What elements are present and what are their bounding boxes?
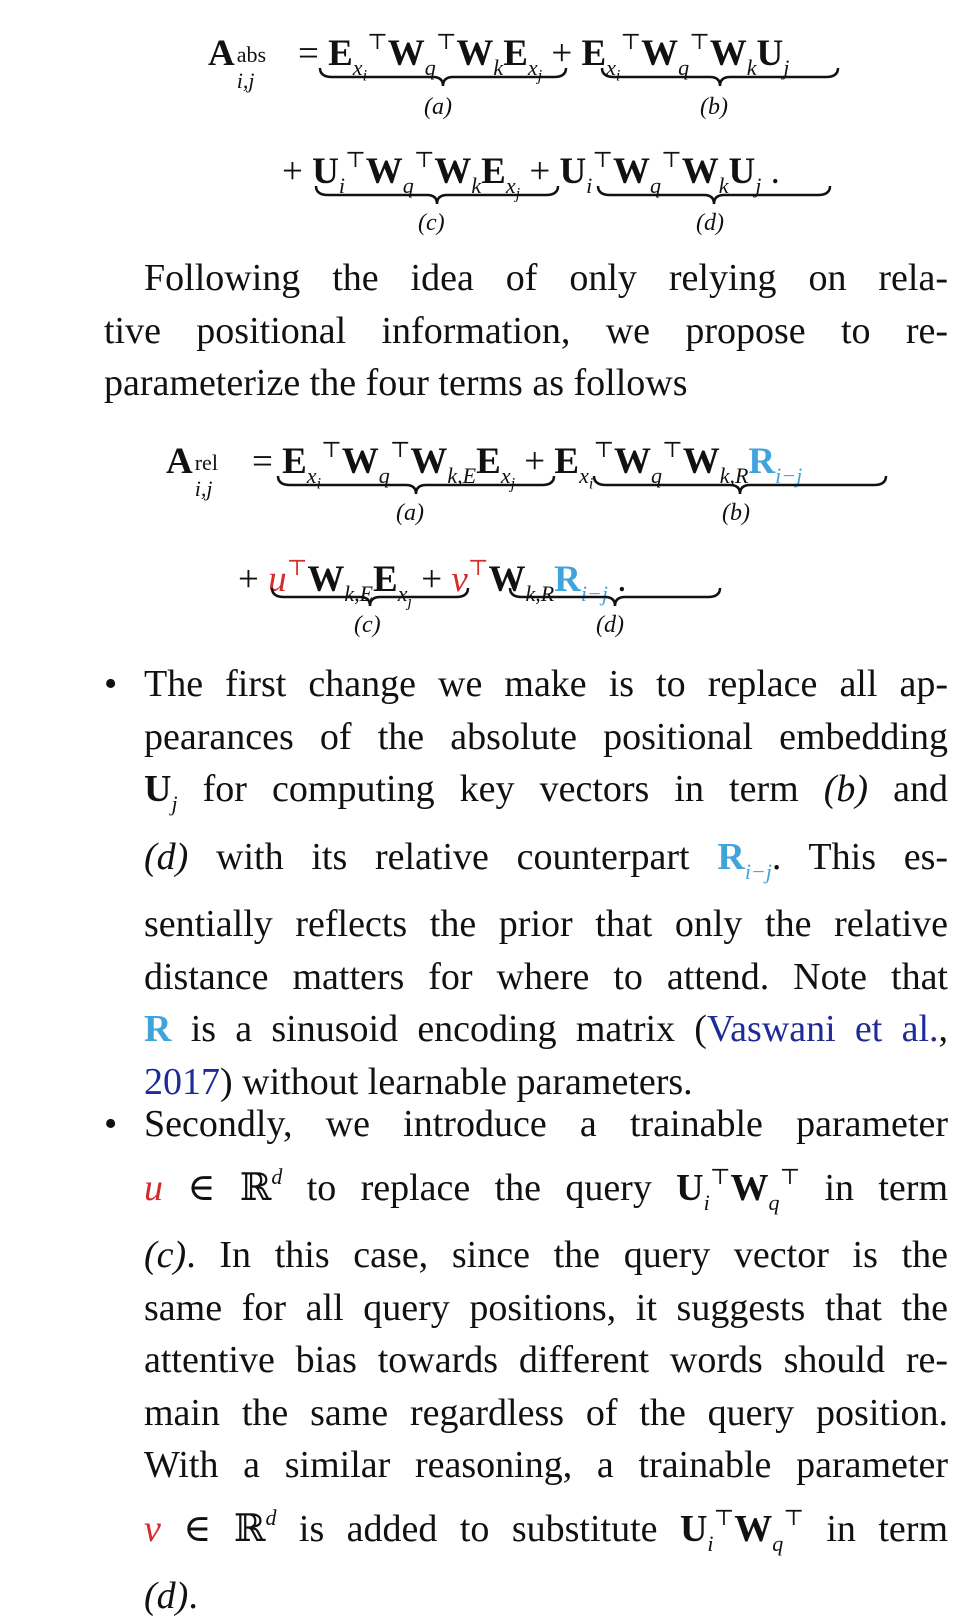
bullet-marker: •	[104, 663, 118, 705]
equation-abs-lhs: A	[208, 33, 235, 74]
bullet-line: Uj for computing key vectors in term (b)…	[144, 768, 949, 816]
bullet-line: R is a sinusoid encoding matrix (Vaswani…	[144, 1008, 949, 1050]
bullet-line: v ∈ ℝd is added to substitute Ui⊤Wq⊤ in …	[144, 1504, 949, 1556]
bullet-line: (c). In this case, since the query vecto…	[144, 1234, 949, 1276]
abs-subscript: i,j	[236, 68, 255, 93]
label-a: (a)	[424, 94, 452, 120]
paragraph-intro: Following the idea of only relying on re…	[104, 252, 948, 410]
rel-subscript: i,j	[194, 476, 213, 501]
equation-rel-lhs: A	[166, 441, 193, 482]
label-b: (b)	[700, 94, 728, 120]
bullet-line: u ∈ ℝd to replace the query Ui⊤Wq⊤ in te…	[144, 1163, 949, 1215]
brace-rel-c	[270, 586, 470, 612]
bullet-line: distance matters for where to attend. No…	[144, 955, 948, 998]
bullet-line: same for all query positions, it suggest…	[144, 1286, 948, 1329]
label-rel-b: (b)	[722, 500, 750, 526]
label-rel-c: (c)	[354, 612, 381, 638]
bullet-line: The first change we make is to replace a…	[144, 663, 948, 705]
brace-b	[600, 66, 840, 92]
brace-a	[318, 66, 568, 92]
brace-rel-a	[276, 474, 556, 500]
bullet-marker: •	[104, 1103, 118, 1145]
bullet-line: With a similar reasoning, a trainable pa…	[144, 1444, 948, 1486]
paragraph-line: tive positional information, we propose …	[104, 309, 948, 352]
label-rel-a: (a)	[396, 500, 424, 526]
bullet-line: Secondly, we introduce a trainable param…	[144, 1103, 948, 1145]
brace-rel-b	[592, 474, 888, 500]
brace-rel-d	[508, 586, 722, 612]
label-rel-d: (d)	[596, 612, 624, 638]
brace-c	[314, 184, 560, 210]
bullet-item-2: Secondly, we introduce a trainable param…	[144, 1098, 948, 1623]
bullet-line: pearances of the absolute positional emb…	[144, 715, 948, 758]
bullet-line: sentially reflects the prior that only t…	[144, 903, 948, 945]
citation-year-link[interactable]: 2017	[144, 1061, 220, 1103]
paragraph-line: Following the idea of only relying on re…	[144, 257, 948, 299]
bullet-line: main the same regardless of the query po…	[144, 1391, 948, 1434]
bullet-line: (d) with its relative counterpart Ri−j. …	[144, 835, 949, 884]
bullet-line: (d).	[144, 1575, 198, 1617]
paragraph-line: parameterize the four terms as follows	[104, 362, 688, 404]
bullet-item-1: The first change we make is to replace a…	[144, 658, 948, 1108]
citation-link[interactable]: Vaswani et al.	[707, 1008, 939, 1050]
bullet-line: attentive bias towards different words s…	[144, 1339, 948, 1381]
brace-d	[596, 184, 832, 210]
label-c: (c)	[418, 210, 445, 236]
label-d: (d)	[696, 210, 724, 236]
